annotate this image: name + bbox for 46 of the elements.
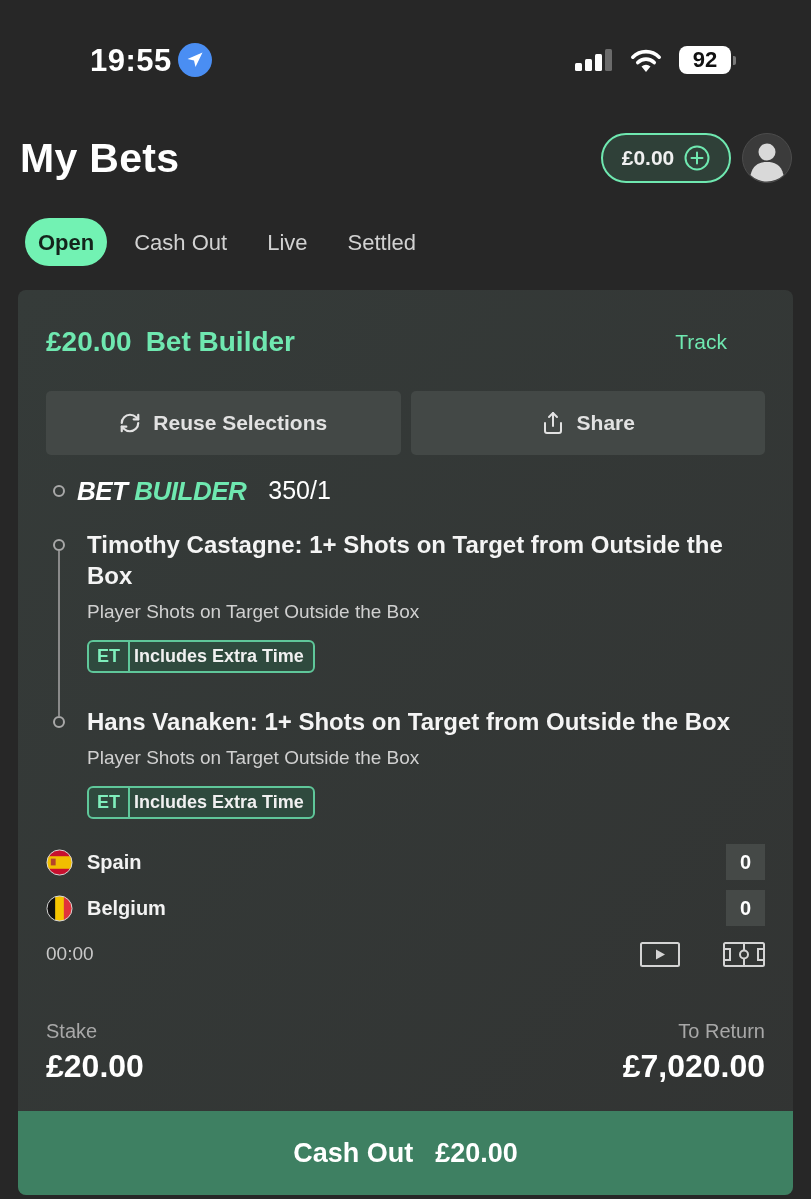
location-icon <box>177 43 212 77</box>
avatar-icon[interactable] <box>742 133 792 183</box>
play-icon[interactable] <box>640 941 680 967</box>
badge-code: ET <box>96 791 121 814</box>
team-name: Belgium <box>87 896 166 921</box>
tab[interactable]: Open <box>25 218 108 266</box>
match-clock: 00:00 <box>46 941 94 966</box>
bet-builder-logo: BET BUILDER <box>77 474 247 508</box>
status-time: 19:55 <box>90 44 172 76</box>
flag-icon <box>46 848 73 876</box>
refresh-icon <box>119 412 142 434</box>
plus-icon <box>684 145 711 171</box>
bet-type: Bet Builder <box>145 325 295 359</box>
badge-code: ET <box>96 645 121 668</box>
track-link[interactable]: Track <box>675 326 727 358</box>
selection-title: Hans Vanaken: 1+ Shots on Target from Outside the Box <box>87 707 731 737</box>
return-label: To Return <box>678 1019 765 1044</box>
team-name: Spain <box>87 850 142 875</box>
stake-label: Stake <box>46 1019 98 1044</box>
return-value: £7,020.00 <box>622 1047 765 1085</box>
stake-value: £20.00 <box>46 1047 144 1085</box>
circle-icon <box>53 716 65 728</box>
battery-indicator: 92 <box>679 46 736 74</box>
badge-label: Includes Extra Time <box>128 788 313 817</box>
circle-icon <box>53 485 65 497</box>
team-score: 0 <box>726 890 765 926</box>
signal-icon <box>575 49 613 71</box>
selection-title: Timothy Castagne: 1+ Shots on Target from Outside the Box <box>87 530 724 591</box>
flag-icon <box>46 894 73 922</box>
team-score: 0 <box>726 844 765 880</box>
wifi-icon <box>629 48 663 72</box>
tab[interactable]: Cash Out <box>121 218 241 266</box>
tab[interactable]: Settled <box>334 218 430 266</box>
cash-out-button[interactable]: Cash Out £20.00 <box>18 1111 793 1195</box>
bet-odds: 350/1 <box>268 475 331 507</box>
tab[interactable]: Live <box>254 218 321 266</box>
reuse-selections-button[interactable]: Reuse Selections <box>46 391 401 455</box>
market-name: Player Shots on Target Outside the Box <box>87 746 420 770</box>
balance-button[interactable]: £0.00 <box>601 133 731 183</box>
market-name: Player Shots on Target Outside the Box <box>87 600 420 624</box>
bet-stake-amount: £20.00 <box>46 325 132 359</box>
badge-label: Includes Extra Time <box>128 642 313 671</box>
circle-icon <box>53 539 65 551</box>
pitch-icon[interactable] <box>723 941 765 967</box>
share-button[interactable]: Share <box>410 391 765 455</box>
page-title: My Bets <box>20 137 180 179</box>
